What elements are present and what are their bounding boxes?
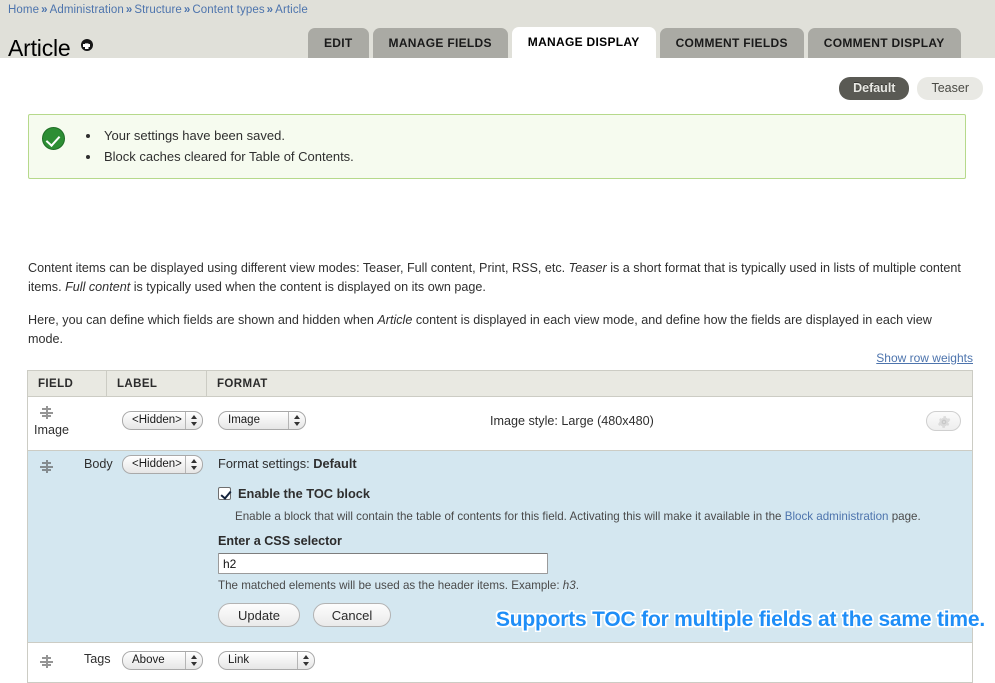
format-settings-heading: Format settings: Default — [218, 456, 357, 471]
enable-toc-block-checkbox-row[interactable]: Enable the TOC block — [218, 486, 370, 501]
field-name-image: Image — [34, 423, 70, 437]
format-select-image[interactable]: Image — [218, 411, 306, 430]
show-row-weights-link[interactable]: Show row weights — [876, 351, 973, 365]
column-header-label: LABEL — [107, 370, 207, 397]
tab-comment-display[interactable]: COMMENT DISPLAY — [807, 28, 961, 59]
label-select-tags[interactable]: Above — [122, 651, 203, 670]
breadcrumb-separator: » — [41, 4, 48, 16]
intro-paragraph-1: Content items can be displayed using dif… — [28, 259, 966, 297]
intro-p1-em1: Teaser — [568, 260, 607, 275]
format-summary-image: Image style: Large (480x480) — [490, 414, 654, 428]
status-message-item: Your settings have been saved. — [101, 125, 955, 146]
view-mode-default[interactable]: Default — [839, 77, 910, 100]
label-select-image-value: <Hidden> — [132, 414, 182, 426]
tab-edit[interactable]: EDIT — [308, 28, 369, 59]
breadcrumb-separator: » — [183, 4, 191, 16]
chevron-updown-icon — [185, 456, 202, 473]
block-administration-link[interactable]: Block administration — [785, 510, 889, 523]
css-selector-input[interactable] — [218, 553, 548, 574]
label-select-tags-value: Above — [132, 654, 165, 666]
update-button[interactable]: Update — [218, 603, 300, 627]
view-mode-switcher: Default Teaser — [839, 77, 983, 100]
chevron-updown-icon — [185, 412, 202, 429]
breadcrumb: Home» Administration» Structure» Content ty… — [8, 4, 308, 16]
drag-handle-icon[interactable] — [40, 460, 53, 473]
breadcrumb-item-home[interactable]: Home — [8, 4, 39, 16]
field-name-tags: Tags — [84, 652, 111, 666]
tab-manage-display[interactable]: MANAGE DISPLAY — [511, 27, 656, 59]
page-header-band: Home» Administration» Structure» Content ty… — [0, 0, 995, 61]
column-header-format: FORMAT — [217, 377, 268, 390]
css-desc-text1: The matched elements will be used as the… — [218, 579, 563, 592]
field-name-body: Body — [84, 457, 113, 471]
enable-toc-block-description: Enable a block that will contain the tab… — [235, 509, 975, 525]
primary-tabs: EDIT MANAGE FIELDS MANAGE DISPLAY COMMEN… — [308, 27, 961, 59]
css-desc-example: h3 — [562, 579, 576, 592]
help-circle-icon[interactable] — [80, 39, 93, 52]
css-selector-description: The matched elements will be used as the… — [218, 578, 579, 594]
drag-handle-icon[interactable] — [40, 655, 53, 668]
chevron-updown-icon — [185, 652, 202, 669]
breadcrumb-item-article[interactable]: Article — [275, 4, 308, 16]
status-message-item: Block caches cleared for Table of Conten… — [101, 146, 955, 167]
chevron-updown-icon — [297, 652, 314, 669]
cancel-button[interactable]: Cancel — [313, 603, 391, 627]
format-select-image-value: Image — [228, 414, 260, 426]
format-settings-prefix: Format settings: — [218, 456, 314, 471]
check-circle-icon — [42, 127, 65, 150]
breadcrumb-item-administration[interactable]: Administration — [50, 4, 124, 16]
table-row: Tags Above Link — [28, 643, 972, 683]
format-select-tags-value: Link — [228, 654, 250, 666]
intro-paragraph-2: Here, you can define which fields are sh… — [28, 311, 966, 349]
enable-toc-block-label: Enable the TOC block — [238, 486, 371, 501]
table-header-row: FIELD LABEL FORMAT — [28, 370, 972, 397]
tab-comment-fields[interactable]: COMMENT FIELDS — [659, 28, 804, 59]
breadcrumb-separator: » — [125, 4, 133, 16]
view-mode-teaser[interactable]: Teaser — [917, 77, 983, 100]
intro-p1-em2: Full content — [65, 279, 131, 294]
intro-p2-em1: Article — [377, 312, 413, 327]
drag-handle-icon[interactable] — [40, 406, 53, 419]
gear-icon — [937, 416, 951, 428]
intro-p2-text1: Here, you can define which fields are sh… — [28, 312, 378, 327]
toc-desc-text1: Enable a block that will contain the tab… — [235, 510, 785, 523]
breadcrumb-separator: » — [266, 4, 274, 16]
breadcrumb-item-structure[interactable]: Structure — [134, 4, 182, 16]
manage-display-table: FIELD LABEL FORMAT Image <Hidden> Image … — [27, 370, 973, 683]
status-message: Your settings have been saved. Block cac… — [28, 114, 966, 179]
column-header-field: FIELD — [28, 370, 107, 397]
status-message-list: Your settings have been saved. Block cac… — [85, 125, 955, 167]
format-settings-value: Default — [313, 456, 357, 471]
table-row: Image <Hidden> Image Image style: Large … — [28, 397, 972, 451]
table-row: Body <Hidden> Format settings: Default E… — [28, 451, 972, 643]
settings-edit-button-image[interactable] — [926, 411, 961, 431]
css-desc-text2: . — [575, 579, 579, 592]
label-select-body[interactable]: <Hidden> — [122, 455, 203, 474]
breadcrumb-item-content-types[interactable]: Content types — [192, 4, 264, 16]
label-select-body-value: <Hidden> — [132, 458, 182, 470]
tab-manage-fields[interactable]: MANAGE FIELDS — [372, 28, 508, 59]
toc-desc-text2: page. — [888, 510, 921, 523]
css-selector-label: Enter a CSS selector — [218, 534, 342, 548]
check-icon[interactable] — [218, 487, 231, 500]
intro-p1-text3: is typically used when the content is di… — [130, 279, 486, 294]
format-select-tags[interactable]: Link — [218, 651, 315, 670]
chevron-updown-icon — [288, 412, 305, 429]
label-select-image[interactable]: <Hidden> — [122, 411, 203, 430]
main-content: Default Teaser Your settings have been s… — [0, 58, 995, 683]
intro-p1-text1: Content items can be displayed using dif… — [28, 260, 569, 275]
